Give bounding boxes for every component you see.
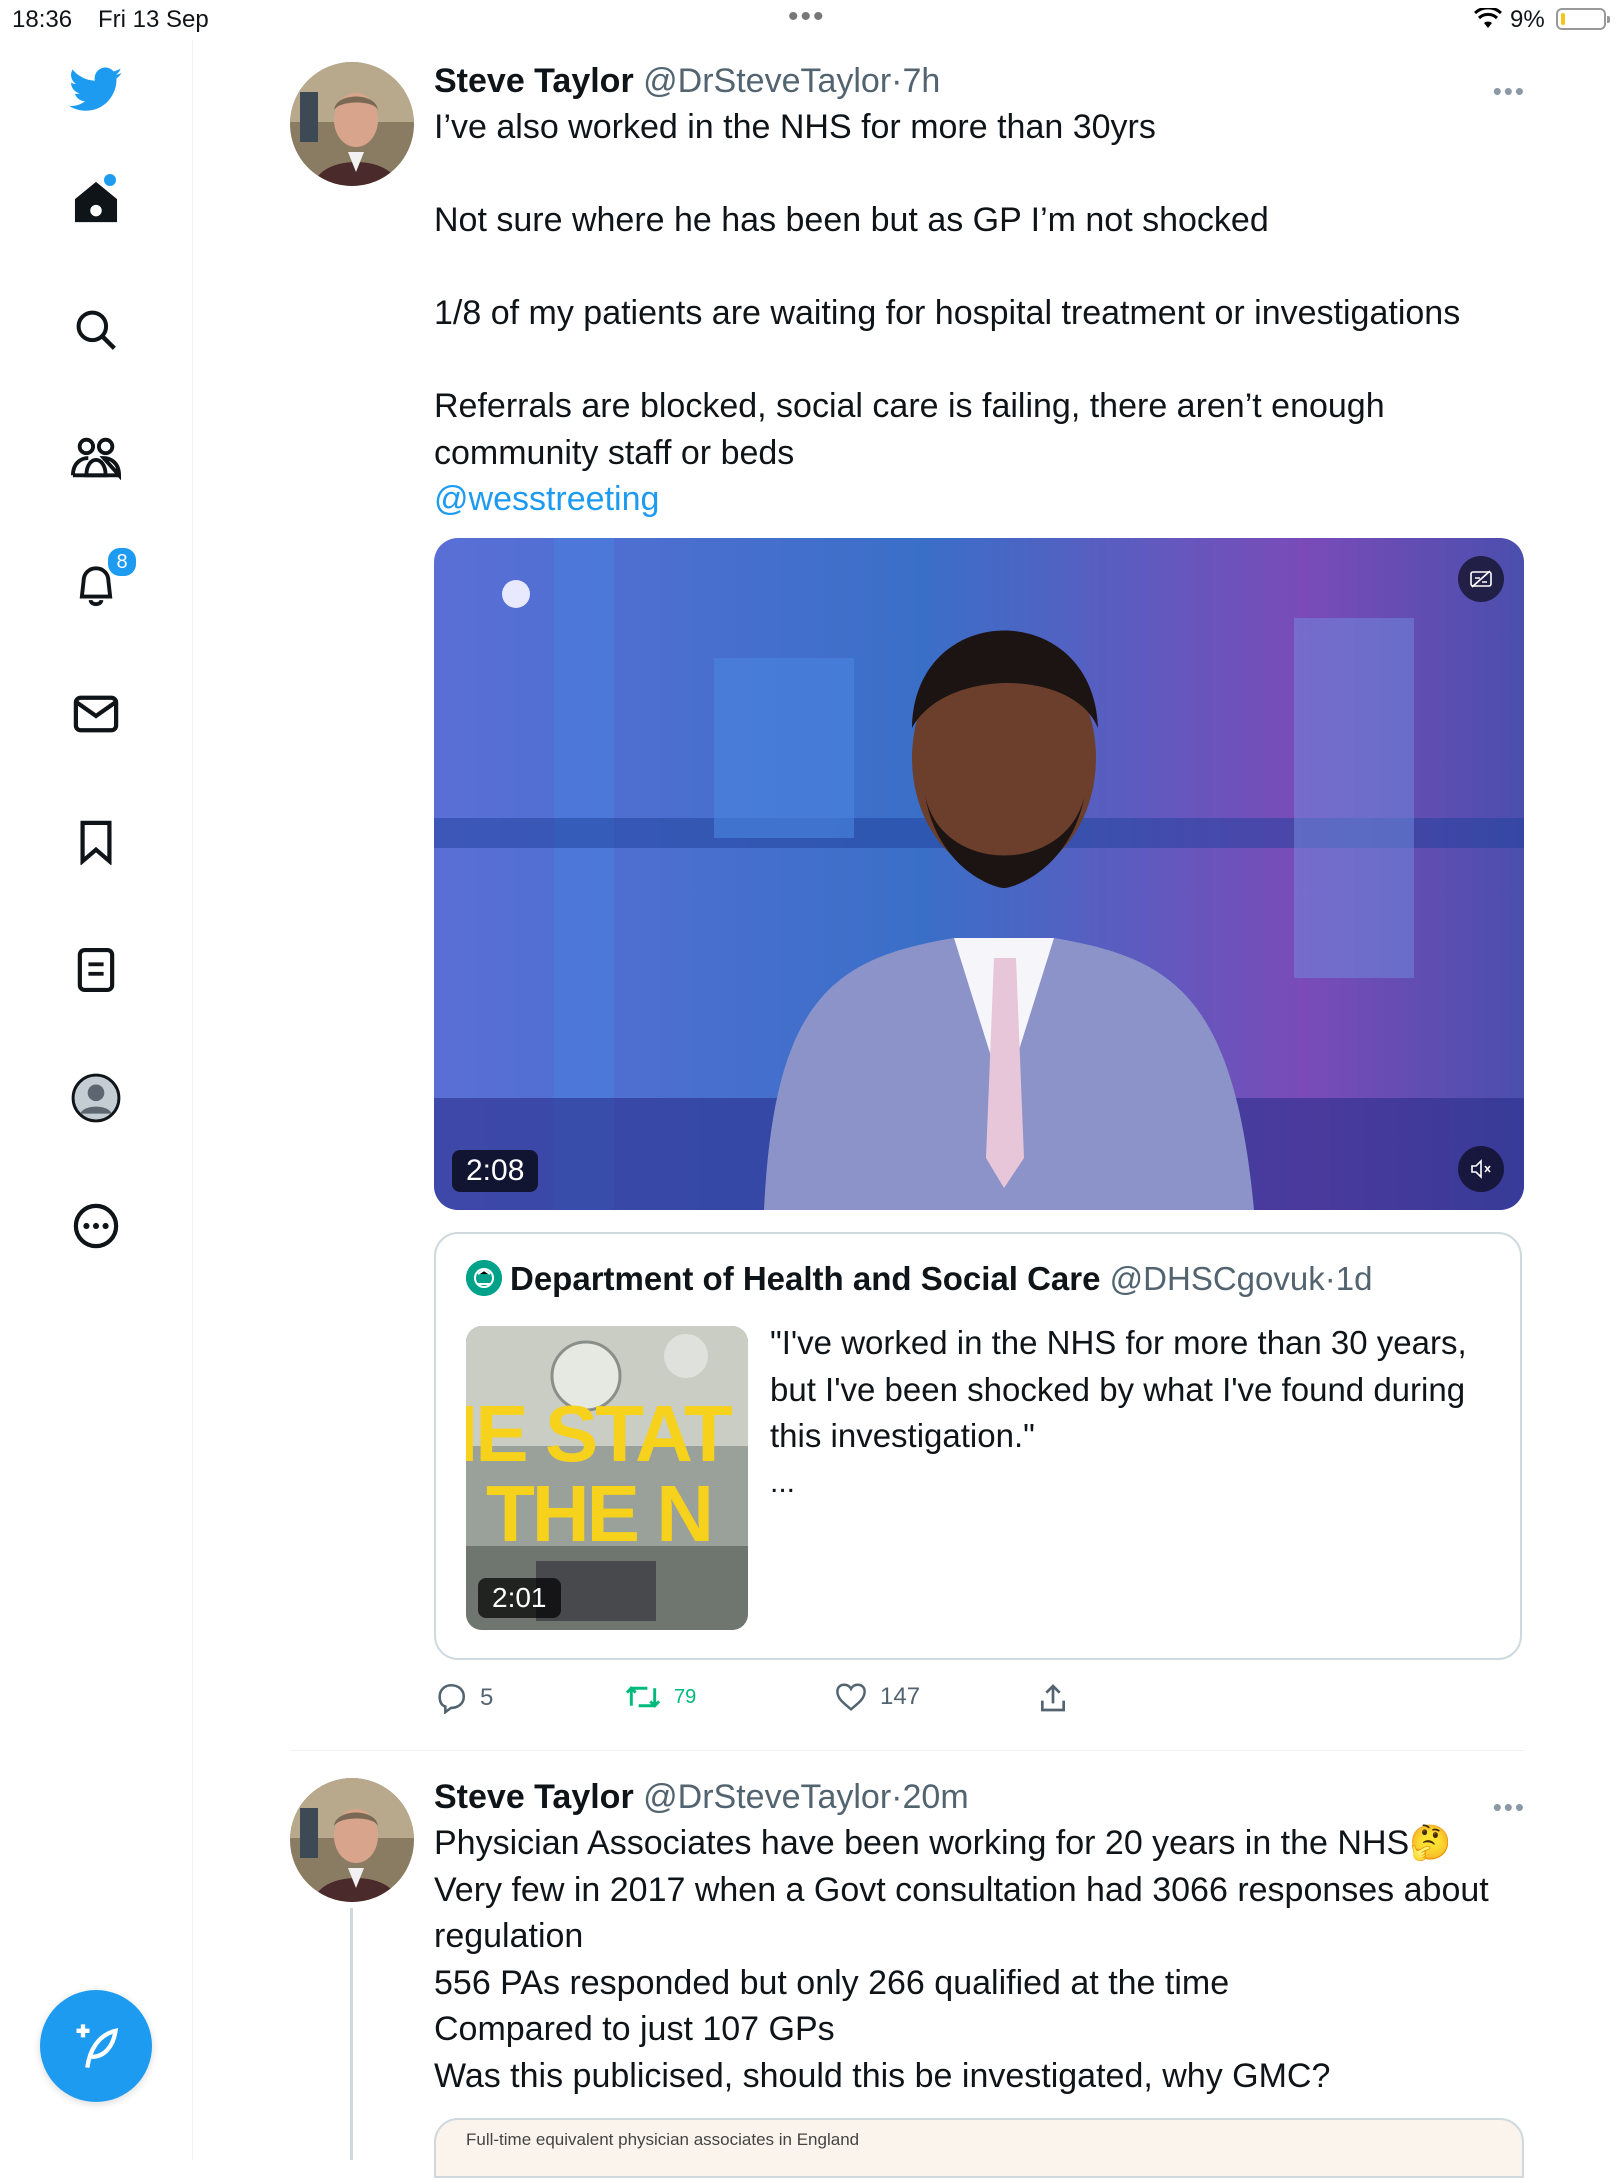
reply-button[interactable]: 5	[434, 1682, 493, 1714]
tweet-line: Very few in 2017 when a Govt consultatio…	[434, 1870, 1489, 1956]
notifications-badge: 8	[106, 546, 138, 578]
home-new-dot	[104, 174, 116, 186]
home-icon[interactable]	[66, 172, 126, 232]
tweet-paragraph: I’ve also worked in the NHS for more tha…	[434, 108, 1156, 146]
mention-link[interactable]: @wesstreeting	[434, 476, 1524, 523]
image-attachment[interactable]: Full-time equivalent physician associate…	[434, 2118, 1524, 2178]
share-button[interactable]	[1038, 1682, 1068, 1714]
thumbnail-caption: THE N	[486, 1469, 714, 1558]
notifications-icon[interactable]: 8	[66, 546, 138, 616]
author-name[interactable]: Steve Taylor	[434, 1778, 634, 1816]
tweet-divider	[290, 1750, 1524, 1751]
tweet-paragraph: Not sure where he has been but as GP I’m…	[434, 201, 1269, 239]
search-icon[interactable]	[66, 300, 126, 360]
quoted-tweet-header: Department of Health and Social Care @DH…	[466, 1260, 1372, 1298]
more-options-icon[interactable]: •••	[1493, 76, 1526, 107]
tweet-header: Steve Taylor @DrSteveTaylor·7h	[434, 62, 940, 101]
quoted-tweet-time[interactable]: 1d	[1336, 1260, 1373, 1297]
tweet-paragraph: Referrals are blocked, social care is fa…	[434, 387, 1385, 472]
like-count: 147	[880, 1683, 921, 1710]
thread-connector-line	[350, 1908, 353, 2160]
tweet-line: Was this publicised, should this be inve…	[434, 2056, 1331, 2095]
author-name[interactable]: Steve Taylor	[434, 62, 634, 100]
image-caption: Full-time equivalent physician associate…	[466, 2130, 860, 2149]
author-handle[interactable]: @DrSteveTaylor	[643, 62, 891, 100]
avatar[interactable]	[290, 1778, 414, 1902]
quoted-tweet-text: "I've worked in the NHS for more than 30…	[770, 1324, 1467, 1454]
tweet-paragraph: 1/8 of my patients are waiting for hospi…	[434, 294, 1461, 332]
retweet-button[interactable]: 79	[624, 1682, 696, 1712]
tweet[interactable]: Steve Taylor @DrSteveTaylor·20m ••• Phys…	[290, 1778, 1526, 2160]
author-handle[interactable]: @DrSteveTaylor	[643, 1778, 891, 1816]
bookmarks-icon[interactable]	[66, 812, 126, 872]
tweet-line: Physician Associates have been working f…	[434, 1824, 1452, 1862]
reply-count: 5	[480, 1684, 494, 1711]
like-button[interactable]: 147	[834, 1682, 920, 1712]
share-icon	[1041, 1684, 1065, 1712]
profile-icon[interactable]	[66, 1068, 126, 1128]
tweet-line: 556 PAs responded but only 266 qualified…	[434, 1963, 1230, 2002]
avatar[interactable]	[290, 62, 414, 186]
status-time: 18:36	[12, 6, 73, 33]
multitasking-dots-icon[interactable]: •••	[788, 0, 826, 34]
video-duration: 2:08	[452, 1150, 539, 1192]
wifi-icon	[1473, 6, 1503, 37]
separator: ·	[891, 62, 903, 100]
tweet-actions: 5 79 147	[434, 1682, 1434, 1732]
captions-icon[interactable]	[1458, 556, 1504, 602]
separator: ·	[891, 1778, 903, 1816]
status-bar: 18:36 Fri 13 Sep ••• 9%	[0, 0, 1620, 40]
communities-icon[interactable]	[66, 428, 126, 488]
tweet-time[interactable]: 20m	[903, 1778, 969, 1816]
video-player[interactable]: 2:08	[434, 538, 1524, 1210]
tweet-header: Steve Taylor @DrSteveTaylor·20m	[434, 1778, 969, 1817]
lists-icon[interactable]	[66, 940, 126, 1000]
tweet[interactable]: Steve Taylor @DrSteveTaylor·7h ••• I’ve …	[290, 62, 1526, 1722]
tweet-time[interactable]: 7h	[903, 62, 941, 100]
reply-icon	[438, 1683, 466, 1714]
twitter-logo-icon[interactable]	[66, 60, 126, 120]
quoted-author-handle[interactable]: @DHSCgovuk	[1110, 1260, 1325, 1297]
quoted-tweet[interactable]: Department of Health and Social Care @DH…	[434, 1232, 1522, 1660]
mute-icon[interactable]	[1458, 1146, 1504, 1192]
dhsc-crest-icon	[466, 1260, 502, 1296]
more-options-icon[interactable]: •••	[1493, 1792, 1526, 1823]
status-date: Fri 13 Sep	[98, 6, 209, 33]
separator: ·	[1324, 1260, 1336, 1297]
retweet-icon	[625, 1686, 661, 1708]
tweet-text: Physician Associates have been working f…	[434, 1820, 1524, 2099]
sidebar: 8	[0, 40, 193, 2160]
quoted-video-duration: 2:01	[478, 1578, 561, 1618]
tweet-line: Compared to just 107 GPs	[434, 2010, 835, 2048]
messages-icon[interactable]	[66, 684, 126, 744]
video-frame	[434, 538, 1524, 1210]
thumbnail-caption: IE STAT	[466, 1389, 733, 1478]
quoted-author-name[interactable]: Department of Health and Social Care	[510, 1260, 1100, 1297]
quoted-tweet-ellipsis: ...	[770, 1466, 796, 1499]
quoted-video-thumbnail[interactable]: IE STAT THE N 2:01	[466, 1326, 748, 1630]
heart-icon	[836, 1683, 866, 1711]
more-icon[interactable]	[66, 1196, 126, 1256]
compose-tweet-button[interactable]	[40, 1990, 152, 2102]
tweet-text: I’ve also worked in the NHS for more tha…	[434, 104, 1524, 523]
compose-feather-icon	[76, 2024, 119, 2068]
battery-icon	[1556, 8, 1610, 30]
retweet-count: 79	[674, 1688, 697, 1706]
battery-percent: 9%	[1510, 6, 1545, 33]
